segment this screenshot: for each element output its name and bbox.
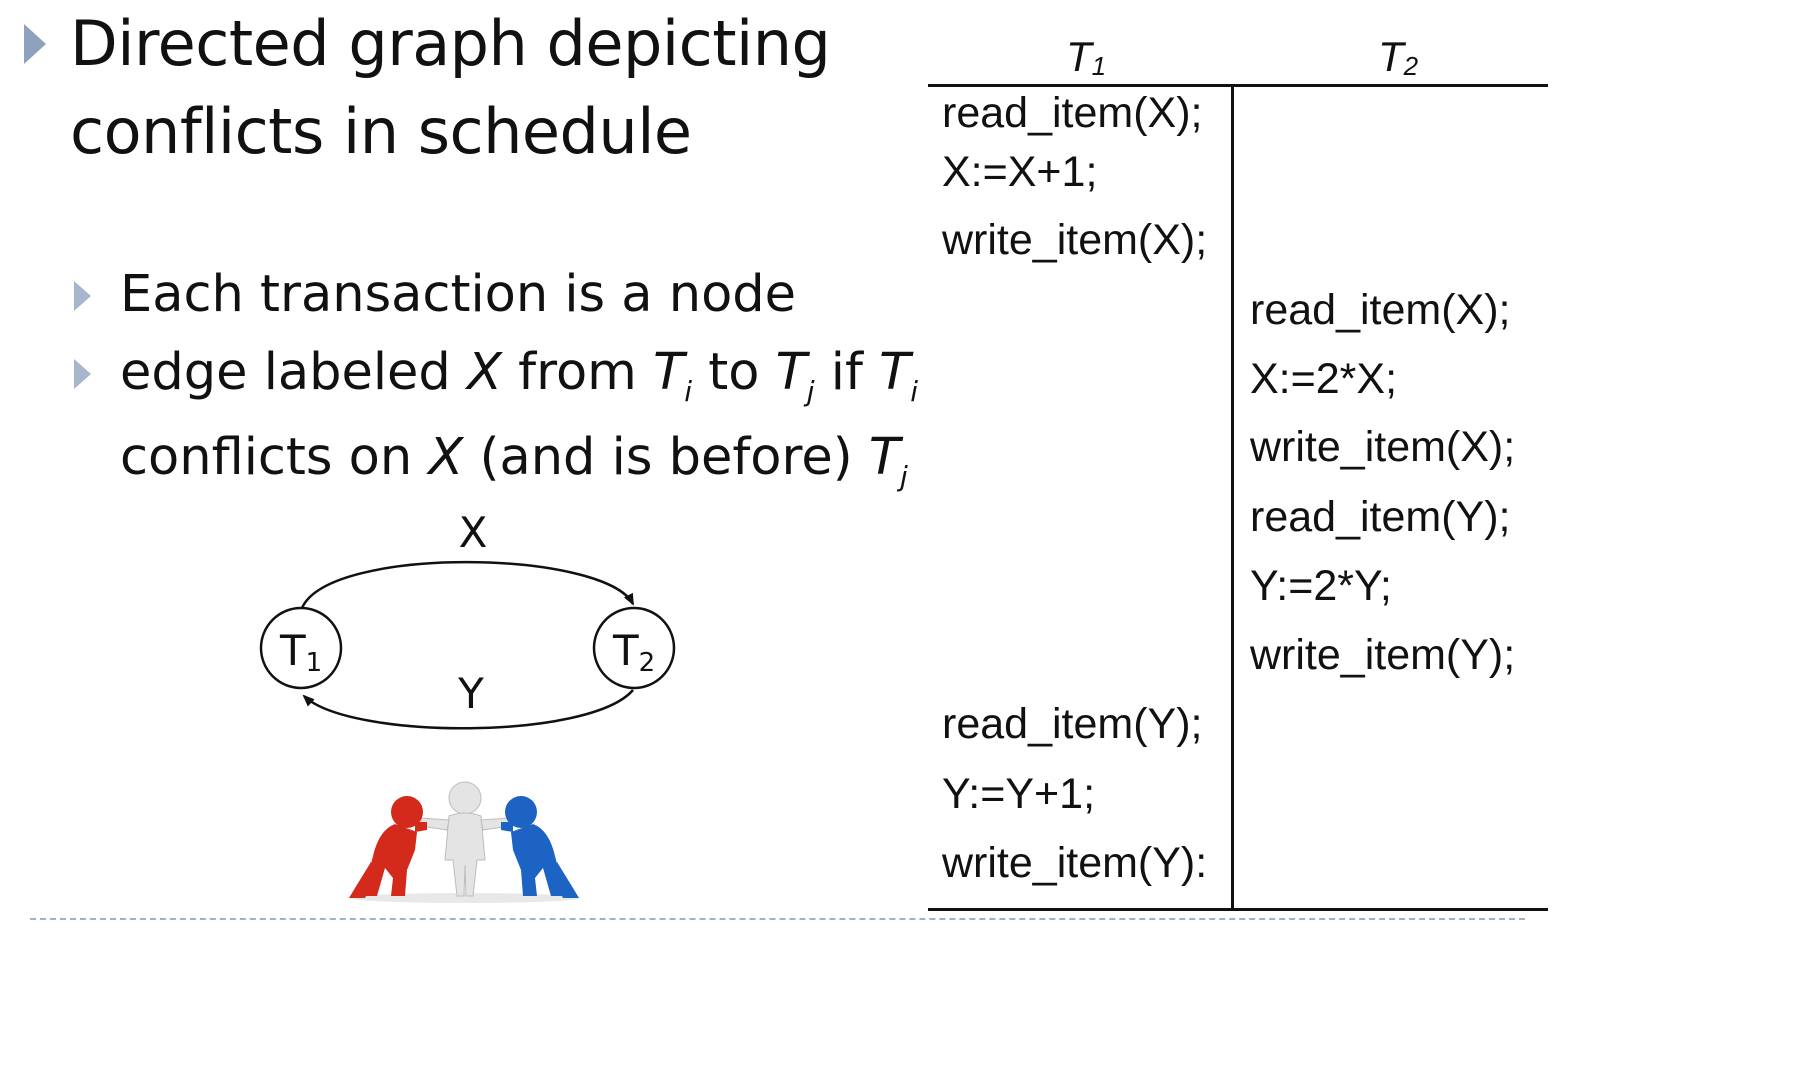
t1-op: read_item(Y);	[942, 700, 1203, 748]
red-figure	[349, 796, 427, 898]
t1-op: Y:=Y+1;	[942, 770, 1096, 818]
bullet-edge: edge labeled X from Ti to Tj if Ti confl…	[120, 336, 919, 514]
edge-x-arrow	[300, 560, 635, 609]
title-line-1: Directed graph depicting	[70, 7, 831, 80]
bullet-node: Each transaction is a node	[120, 265, 797, 324]
t2-op: write_item(Y);	[1250, 631, 1516, 679]
t2-op: write_item(X);	[1250, 423, 1516, 471]
blue-figure	[501, 796, 579, 898]
table-bottom-rule	[928, 908, 1548, 911]
t2-op: Y:=2*Y;	[1250, 562, 1392, 610]
t1-op: write_item(X);	[942, 216, 1208, 264]
edge-y-label: Y	[457, 669, 484, 718]
t1-op: write_item(Y):	[942, 839, 1208, 887]
t1-op: read_item(X);	[942, 89, 1203, 137]
bullet-edge-line-1: edge labeled X from Ti to Tj if Ti	[120, 343, 919, 408]
table-header-t2: T2	[1378, 33, 1419, 81]
edge-x-label: X	[459, 508, 488, 557]
t2-op: read_item(Y);	[1250, 493, 1511, 541]
conflict-figures-illustration	[349, 781, 580, 903]
table-header-rule	[928, 84, 1548, 87]
sub-bullet-icon	[74, 281, 91, 311]
precedence-graph: T1 T2 X Y	[259, 508, 676, 730]
table-column-divider	[1231, 86, 1234, 909]
white-figure	[420, 781, 510, 897]
title-line-2: conflicts in schedule	[70, 95, 692, 168]
t2-op: X:=2*X;	[1250, 355, 1398, 403]
t1-op: X:=X+1;	[942, 148, 1098, 196]
table-header-t1: T1	[1066, 33, 1107, 81]
sub-bullet-icon	[74, 359, 91, 389]
t2-op: read_item(X);	[1250, 286, 1511, 334]
footer-divider	[30, 918, 1525, 920]
title-bullet-icon	[24, 24, 46, 64]
slide-title: Directed graph depicting conflicts in sc…	[70, 0, 831, 176]
